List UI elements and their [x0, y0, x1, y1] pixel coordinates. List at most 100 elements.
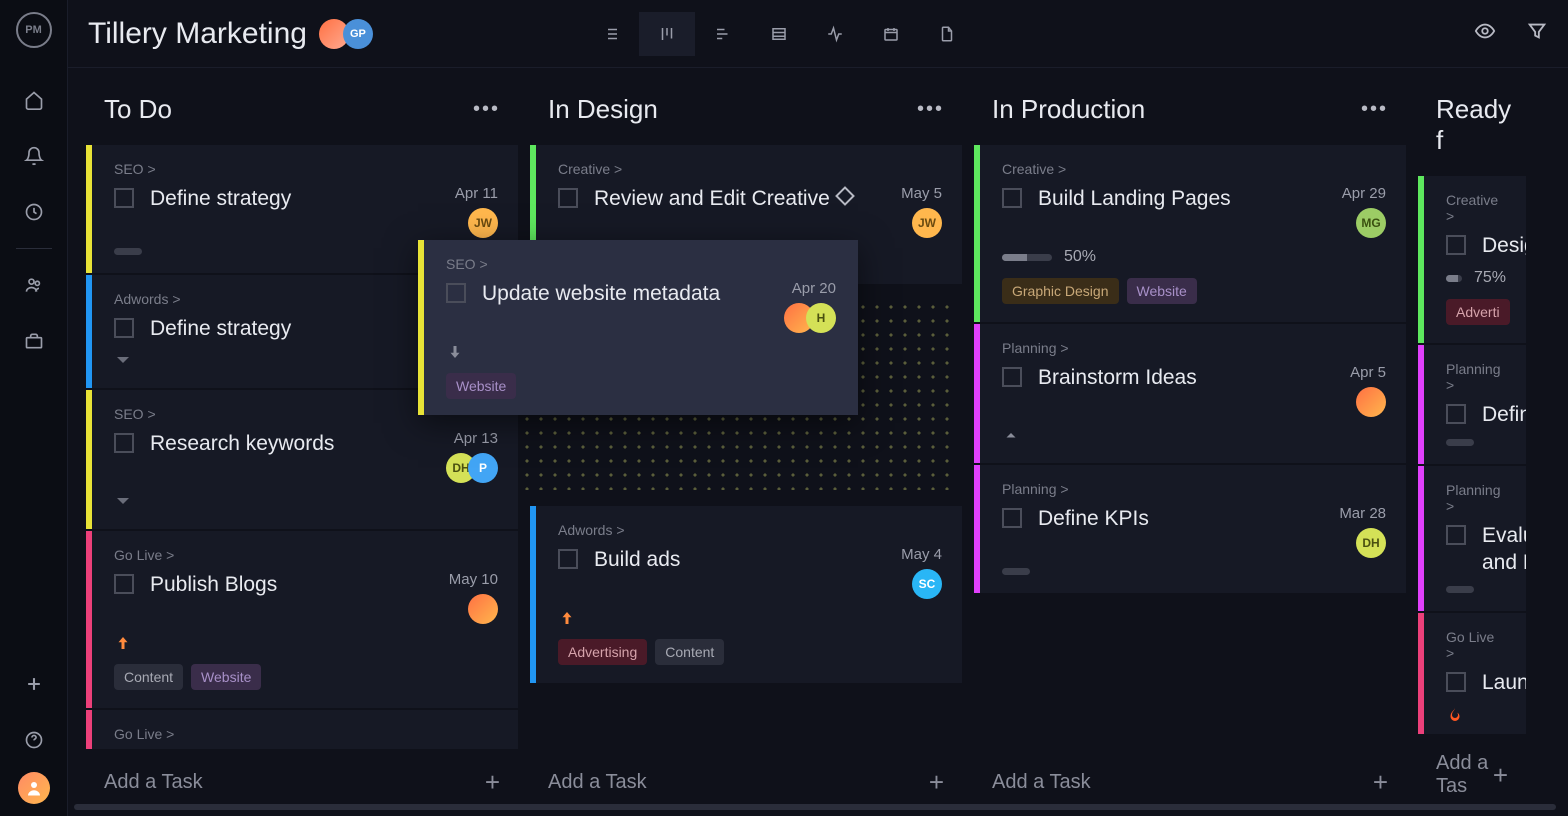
home-icon[interactable] — [16, 82, 52, 118]
plus-icon: + — [1373, 767, 1388, 798]
card-assignees[interactable]: MG — [1356, 208, 1386, 238]
card-checkbox[interactable] — [1446, 235, 1466, 255]
card-checkbox[interactable] — [1446, 404, 1466, 424]
avatar[interactable]: MG — [1356, 208, 1386, 238]
view-table-icon[interactable] — [751, 12, 807, 56]
task-card[interactable]: CreativeDesign75%Adverti — [1418, 176, 1526, 343]
card-assignees[interactable]: JW — [468, 208, 498, 238]
priority-icon — [1446, 706, 1464, 724]
card-assignees[interactable]: H — [784, 303, 836, 333]
card-checkbox[interactable] — [1002, 508, 1022, 528]
avatar[interactable]: H — [806, 303, 836, 333]
avatar[interactable]: JW — [468, 208, 498, 238]
card-checkbox[interactable] — [558, 188, 578, 208]
visibility-icon[interactable] — [1474, 20, 1496, 47]
card-assignees[interactable] — [1356, 387, 1386, 417]
card-checkbox[interactable] — [1002, 367, 1022, 387]
task-card[interactable]: PlanningDefine — [1418, 345, 1526, 463]
view-gantt-icon[interactable] — [695, 12, 751, 56]
tag[interactable]: Advertising — [558, 639, 647, 665]
avatar[interactable] — [1356, 387, 1386, 417]
view-doc-icon[interactable] — [919, 12, 975, 56]
tag[interactable]: Content — [114, 664, 183, 690]
card-checkbox[interactable] — [1002, 188, 1022, 208]
help-icon[interactable] — [16, 722, 52, 758]
card-title: Review and Edit Creative — [594, 185, 891, 212]
card-due-date: May 4 — [901, 546, 942, 563]
card-title: Define strategy — [150, 185, 445, 212]
clock-icon[interactable] — [16, 194, 52, 230]
tag[interactable]: Website — [191, 664, 261, 690]
expand-icon[interactable] — [114, 352, 132, 370]
card-due-date: Apr 29 — [1342, 185, 1386, 202]
tag[interactable]: Content — [655, 639, 724, 665]
avatar[interactable]: DH — [1356, 528, 1386, 558]
add-icon[interactable] — [16, 666, 52, 702]
view-activity-icon[interactable] — [807, 12, 863, 56]
task-card[interactable]: PlanningBrainstorm IdeasApr 5 — [974, 324, 1406, 463]
card-checkbox[interactable] — [1446, 525, 1466, 545]
task-card[interactable]: CreativeBuild Landing PagesApr 29MG50%Gr… — [974, 145, 1406, 322]
card-assignees[interactable]: SC — [912, 569, 942, 599]
card-title: Publish Blogs — [150, 571, 439, 598]
card-breadcrumb: Planning — [1446, 482, 1506, 514]
card-breadcrumb: Adwords — [558, 522, 942, 538]
card-breadcrumb: Creative — [1002, 161, 1386, 177]
avatar[interactable]: GP — [343, 19, 373, 49]
task-card[interactable]: AdwordsBuild adsMay 4SCAdvertisingConten… — [530, 506, 962, 683]
project-title: Tillery Marketing — [88, 17, 307, 51]
bell-icon[interactable] — [16, 138, 52, 174]
view-list-icon[interactable] — [583, 12, 639, 56]
filter-icon[interactable] — [1526, 20, 1548, 47]
column-menu-icon[interactable]: ••• — [473, 98, 500, 121]
people-icon[interactable] — [16, 267, 52, 303]
card-assignees[interactable]: DHP — [446, 453, 498, 483]
task-card[interactable]: PlanningDefine KPIsMar 28DH — [974, 465, 1406, 593]
card-checkbox[interactable] — [1446, 672, 1466, 692]
card-title: Evaluate and Ne — [1482, 522, 1526, 577]
card-checkbox[interactable] — [114, 188, 134, 208]
view-calendar-icon[interactable] — [863, 12, 919, 56]
app-logo[interactable]: PM — [16, 12, 52, 48]
card-checkbox[interactable] — [114, 318, 134, 338]
tag[interactable]: Website — [1127, 278, 1197, 304]
card-checkbox[interactable] — [114, 574, 134, 594]
card-title: Brainstorm Ideas — [1038, 364, 1340, 391]
view-board-icon[interactable] — [639, 12, 695, 56]
avatar[interactable]: SC — [912, 569, 942, 599]
task-card[interactable]: Go LiveContractsMay 9 — [86, 710, 518, 749]
user-avatar[interactable] — [18, 772, 50, 804]
plus-icon: + — [929, 767, 944, 798]
team-avatars[interactable]: GP — [325, 19, 373, 49]
horizontal-scrollbar[interactable] — [74, 804, 1556, 810]
task-card[interactable]: Go LiveLaunchAdverti — [1418, 613, 1526, 734]
column-title: In Production — [992, 94, 1145, 125]
card-checkbox[interactable] — [558, 549, 578, 569]
card-assignees[interactable]: JW — [912, 208, 942, 238]
avatar[interactable]: JW — [912, 208, 942, 238]
avatar[interactable] — [468, 594, 498, 624]
column-menu-icon[interactable]: ••• — [917, 98, 944, 121]
card-assignees[interactable] — [468, 594, 498, 624]
column-menu-icon[interactable]: ••• — [1361, 98, 1388, 121]
dragging-card[interactable]: SEO Update website metadata Apr 20 H Web… — [418, 240, 858, 415]
tag[interactable]: Adverti — [1446, 299, 1510, 325]
tag[interactable]: Graphic Design — [1002, 278, 1119, 304]
briefcase-icon[interactable] — [16, 323, 52, 359]
card-breadcrumb: Creative — [558, 161, 942, 177]
tag[interactable]: Website — [446, 373, 516, 399]
task-card[interactable]: Planning Evaluate and Ne — [1418, 466, 1526, 612]
card-checkbox[interactable] — [446, 283, 466, 303]
card-title: Update website metadata — [482, 280, 774, 307]
mini-bar — [1446, 439, 1474, 446]
task-card[interactable]: Go LivePublish BlogsMay 10ContentWebsite — [86, 531, 518, 708]
avatar[interactable]: P — [468, 453, 498, 483]
column-cards: CreativeDesign75%AdvertiPlanningDefinePl… — [1418, 176, 1526, 734]
card-title: Launch — [1482, 669, 1526, 696]
plus-icon: + — [1493, 760, 1508, 791]
expand-icon[interactable] — [114, 493, 132, 511]
card-checkbox[interactable] — [114, 433, 134, 453]
card-title: Define — [1482, 401, 1526, 428]
card-assignees[interactable]: DH — [1356, 528, 1386, 558]
divider — [16, 248, 52, 249]
